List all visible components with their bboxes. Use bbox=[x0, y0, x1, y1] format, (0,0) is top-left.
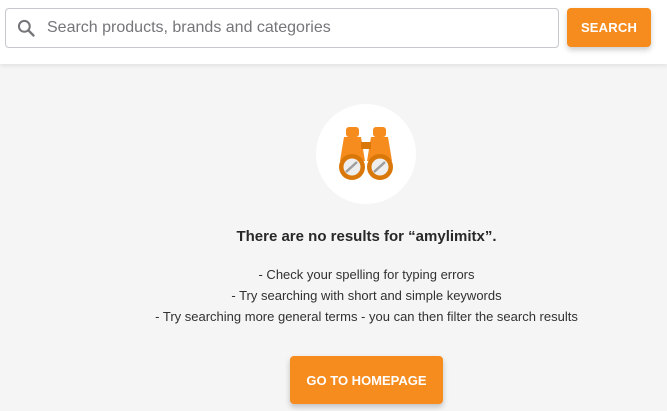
no-results-headline: There are no results for “amylimitx”. bbox=[236, 228, 497, 245]
search-tip: - Check your spelling for typing errors bbox=[258, 267, 475, 282]
top-search-bar: SEARCH bbox=[0, 0, 667, 64]
search-tips-list: - Check your spelling for typing errors … bbox=[0, 264, 667, 327]
search-tip: - Try searching with short and simple ke… bbox=[231, 288, 502, 303]
go-to-homepage-button[interactable]: GO TO HOMEPAGE bbox=[290, 356, 443, 404]
binoculars-icon bbox=[339, 127, 393, 180]
search-button[interactable]: SEARCH bbox=[567, 8, 651, 47]
search-input[interactable] bbox=[47, 10, 558, 46]
search-tip: - Try searching more general terms - you… bbox=[155, 309, 578, 324]
search-box[interactable] bbox=[5, 8, 559, 48]
search-icon bbox=[17, 19, 35, 37]
empty-state-illustration bbox=[316, 104, 416, 204]
